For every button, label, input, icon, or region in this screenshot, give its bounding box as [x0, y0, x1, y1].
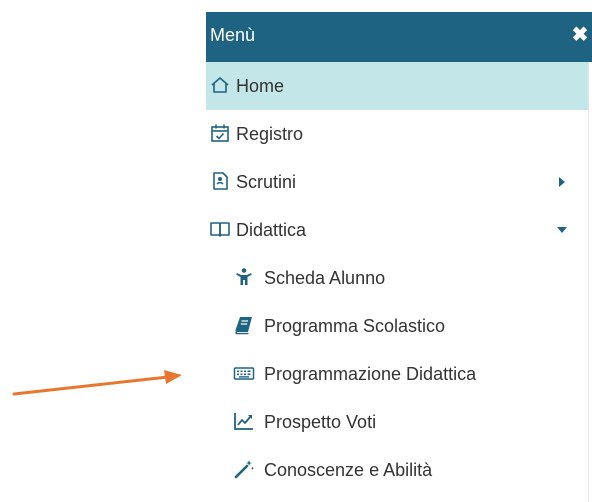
menu-header: Menù ✖: [206, 12, 592, 62]
close-icon[interactable]: ✖: [570, 23, 590, 47]
menu-item-prospetto-voti[interactable]: Prospetto Voti: [206, 398, 588, 446]
side-menu: Menù ✖ Home Registro Scrutini Didattica …: [206, 12, 592, 502]
scrutini-icon: [209, 170, 231, 192]
calendar-check-icon: [209, 122, 231, 144]
book-open-icon: [209, 218, 231, 240]
menu-item-conoscenze-abilita[interactable]: Conoscenze e Abilità: [206, 446, 588, 494]
magic-wand-icon: [233, 458, 255, 480]
menu-item-label: Registro: [236, 124, 304, 144]
caret-down-icon[interactable]: [556, 223, 568, 237]
menu-item-label: Home: [236, 76, 285, 96]
menu-item-programma-scolastico[interactable]: Programma Scolastico: [206, 302, 588, 350]
menu-divider: [588, 62, 589, 502]
line-chart-icon: [233, 410, 255, 432]
page: Menù ✖ Home Registro Scrutini Didattica …: [0, 0, 592, 502]
menu-item-programmazione-didattica[interactable]: Programmazione Didattica: [206, 350, 588, 398]
menu-item-label: Scrutini: [236, 172, 297, 192]
caret-right-icon[interactable]: [556, 175, 568, 189]
menu-item-home[interactable]: Home: [206, 62, 588, 110]
child-icon: [233, 266, 255, 288]
menu-item-label: Prospetto Voti: [264, 412, 377, 432]
menu-item-label: Didattica: [236, 220, 307, 240]
menu-item-label: Scheda Alunno: [264, 268, 386, 288]
menu-item-label: Programma Scolastico: [264, 316, 446, 336]
menu-item-scheda-alunno[interactable]: Scheda Alunno: [206, 254, 588, 302]
menu-item-didattica[interactable]: Didattica: [206, 206, 588, 254]
menu-item-label: Programmazione Didattica: [264, 364, 477, 384]
menu-title: Menù: [210, 25, 256, 45]
book-icon: [233, 314, 255, 336]
menu-item-registro[interactable]: Registro: [206, 110, 588, 158]
keyboard-icon: [233, 362, 255, 384]
home-icon: [209, 74, 231, 96]
menu-item-scrutini[interactable]: Scrutini: [206, 158, 588, 206]
menu-item-label: Conoscenze e Abilità: [264, 460, 433, 480]
